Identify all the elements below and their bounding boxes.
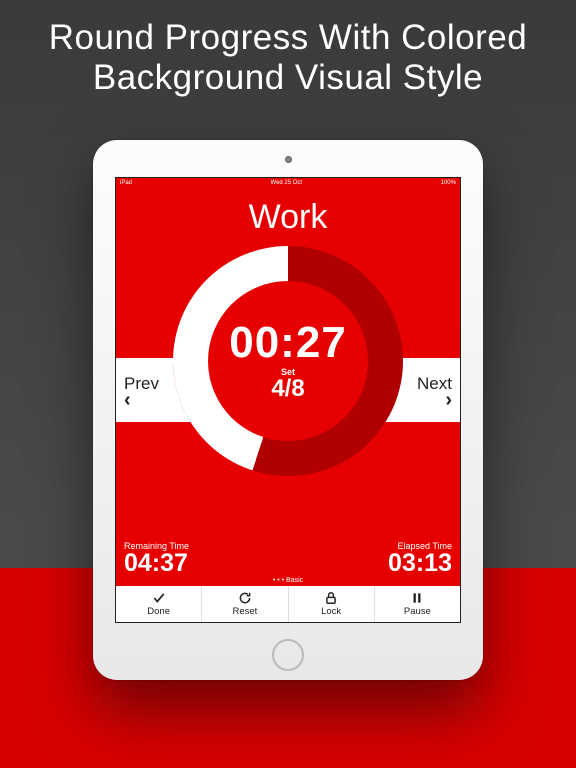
lock-icon [324,591,338,605]
next-button[interactable]: Next › [417,374,452,406]
remaining-time: Remaining Time 04:37 [124,541,189,576]
reflection [93,682,483,762]
ring-center: 00:27 Set 4/8 [208,281,368,441]
chevron-right-icon: › [445,394,452,406]
status-center: Wed 25 Oct [271,180,303,186]
reset-label: Reset [232,606,257,617]
camera-icon [285,156,292,163]
progress-ring: 00:27 Set 4/8 [173,246,403,476]
reset-icon [238,591,252,605]
chevron-left-icon: ‹ [124,394,131,406]
pause-button[interactable]: Pause [375,586,460,622]
page-indicator[interactable]: • • • Basic [273,577,303,584]
status-bar: iPad Wed 25 Oct 100% [116,178,460,188]
status-left: iPad [120,180,132,186]
elapsed-time: Elapsed Time 03:13 [388,541,452,576]
remaining-value: 04:37 [124,551,189,576]
done-label: Done [147,606,170,617]
phase-name: Work [116,198,460,237]
toolbar: Done Reset Lock Pause [116,586,460,622]
pause-label: Pause [404,606,431,617]
ipad-frame: iPad Wed 25 Oct 100% Work Prev ‹ Next › … [93,140,483,680]
reset-button[interactable]: Reset [202,586,288,622]
app-screen: iPad Wed 25 Oct 100% Work Prev ‹ Next › … [115,177,461,623]
home-button[interactable] [272,639,304,671]
time-footer: Remaining Time 04:37 Elapsed Time 03:13 [116,541,460,576]
status-right: 100% [441,180,456,186]
promo-title: Round Progress With Colored Background V… [0,0,576,109]
set-count: 4/8 [271,377,304,401]
time-value: 00:27 [229,321,347,365]
lock-label: Lock [321,606,341,617]
check-icon [152,591,166,605]
prev-button[interactable]: Prev ‹ [124,374,159,406]
done-button[interactable]: Done [116,586,202,622]
elapsed-value: 03:13 [388,551,452,576]
lock-button[interactable]: Lock [289,586,375,622]
pause-icon [410,591,424,605]
